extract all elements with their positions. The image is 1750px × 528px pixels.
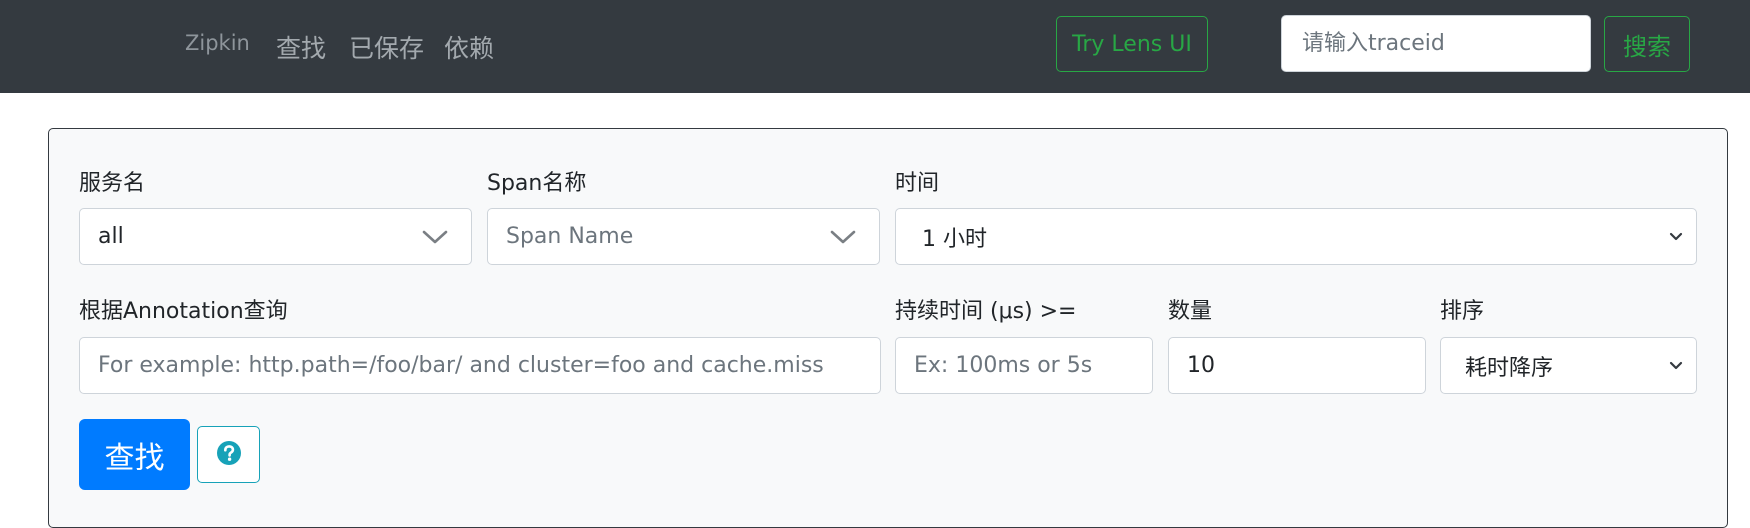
time-range-value: 1 小时	[922, 226, 987, 252]
annotation-query-label: 根据Annotation查询	[79, 299, 288, 324]
try-lens-ui-button[interactable]: Try Lens UI	[1056, 16, 1208, 72]
service-name-select[interactable]: all	[79, 208, 472, 265]
span-name-label: Span名称	[487, 171, 587, 196]
brand-logo-text[interactable]: Zipkin	[185, 31, 250, 55]
annotation-query-input[interactable]	[80, 338, 880, 393]
question-circle-icon	[216, 440, 242, 469]
chevron-down-icon	[415, 209, 455, 264]
traceid-search-input[interactable]	[1281, 15, 1591, 72]
sort-label: 排序	[1440, 299, 1485, 324]
min-duration-field[interactable]	[895, 337, 1153, 394]
time-range-label: 时间	[895, 171, 940, 196]
limit-label: 数量	[1168, 299, 1213, 324]
search-panel	[48, 128, 1728, 528]
nav-link-dependencies[interactable]: 依赖	[444, 29, 494, 65]
span-name-placeholder: Span Name	[506, 224, 634, 249]
help-button[interactable]	[197, 426, 260, 483]
span-name-select[interactable]: Span Name	[487, 208, 880, 265]
sort-order-select[interactable]: 耗时降序	[1440, 337, 1697, 394]
trace-search-button[interactable]: 搜索	[1604, 16, 1690, 72]
chevron-down-icon	[1664, 209, 1688, 264]
min-duration-input[interactable]	[896, 338, 1152, 393]
chevron-down-icon	[1664, 338, 1688, 393]
nav-link-saved[interactable]: 已保存	[349, 29, 424, 65]
limit-field[interactable]	[1168, 337, 1426, 394]
nav-link-find[interactable]: 查找	[276, 29, 326, 65]
chevron-down-icon	[823, 209, 863, 264]
service-name-value: all	[98, 224, 124, 249]
limit-input[interactable]	[1169, 338, 1425, 393]
annotation-query-field[interactable]	[79, 337, 881, 394]
top-navbar: Zipkin 查找 已保存 依赖 Try Lens UI 搜索	[0, 0, 1750, 93]
service-name-label: 服务名	[79, 171, 146, 196]
sort-order-value: 耗时降序	[1465, 355, 1554, 381]
time-range-select[interactable]: 1 小时	[895, 208, 1697, 265]
find-traces-button[interactable]: 查找	[79, 419, 190, 490]
min-duration-label: 持续时间 (μs) >=	[895, 299, 1077, 324]
